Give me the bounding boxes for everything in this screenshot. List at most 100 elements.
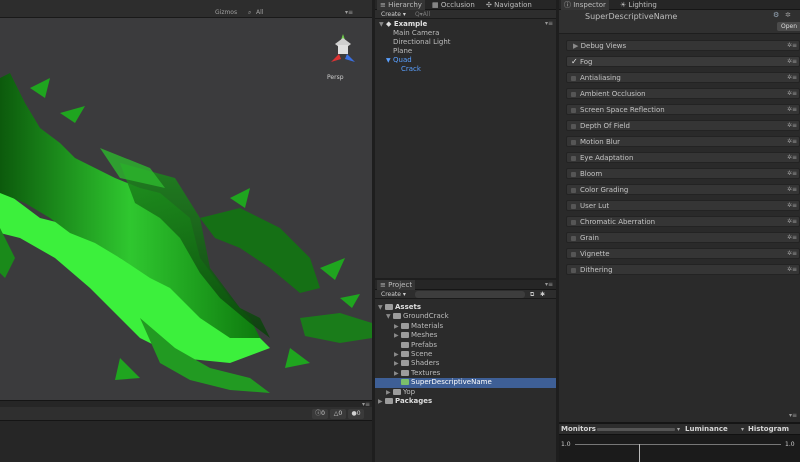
- tab-histogram[interactable]: Histogram: [748, 425, 789, 434]
- create-dropdown[interactable]: Create ▾: [381, 291, 406, 299]
- dropdown-arrow-icon[interactable]: ▾: [741, 425, 744, 434]
- effect-eye-adaptation[interactable]: Eye Adaptation ✲≡: [566, 152, 800, 163]
- persp-label[interactable]: Persp: [327, 74, 344, 81]
- collapse-arrow-icon[interactable]: ▶: [394, 369, 401, 378]
- expand-arrow-icon[interactable]: ▼: [378, 303, 385, 312]
- effect-bloom[interactable]: Bloom ✲≡: [566, 168, 800, 179]
- expand-arrow-icon[interactable]: ▶: [573, 42, 578, 50]
- gear-icon[interactable]: ✲≡: [787, 122, 797, 129]
- effect-debug-views[interactable]: ▶ Debug Views ✲≡: [566, 40, 800, 51]
- tab-luminance[interactable]: Luminance: [685, 425, 728, 434]
- checkbox[interactable]: [571, 252, 576, 257]
- gear-icon[interactable]: ✲≡: [787, 106, 797, 113]
- gear-icon[interactable]: ✲≡: [787, 90, 797, 97]
- effect-depth-of-field[interactable]: Depth Of Field ✲≡: [566, 120, 800, 131]
- scene-menu-icon[interactable]: ▾≡: [545, 20, 553, 27]
- gear-icon[interactable]: ✲≡: [787, 202, 797, 209]
- checkbox[interactable]: [571, 140, 576, 145]
- project-row-meshes[interactable]: ▶ Meshes: [375, 331, 556, 340]
- hierarchy-item-plane[interactable]: Plane: [375, 47, 556, 56]
- checkbox[interactable]: [571, 188, 576, 193]
- effect-chromatic-aberration[interactable]: Chromatic Aberration ✲≡: [566, 216, 800, 227]
- checkbox[interactable]: [571, 236, 576, 241]
- checkbox[interactable]: [571, 124, 576, 129]
- collapse-arrow-icon[interactable]: ▶: [378, 397, 385, 406]
- project-row-assets[interactable]: ▼ Assets: [375, 303, 556, 312]
- collapse-arrow-icon[interactable]: ▶: [394, 331, 401, 340]
- tab-project[interactable]: ≡ Project: [377, 280, 416, 290]
- project-row-scene[interactable]: ▶ Scene: [375, 350, 556, 359]
- checkbox[interactable]: [571, 172, 576, 177]
- collapse-arrow-icon[interactable]: ▶: [394, 359, 401, 368]
- expand-arrow-icon[interactable]: ▼: [386, 312, 393, 321]
- project-row-textures[interactable]: ▶ Textures: [375, 369, 556, 378]
- collapse-arrow-icon[interactable]: ▶: [394, 322, 401, 331]
- create-dropdown[interactable]: Create ▾: [381, 11, 406, 19]
- favorite-icon[interactable]: ✱: [540, 291, 545, 299]
- hierarchy-item-directional-light[interactable]: Directional Light: [375, 38, 556, 47]
- panel-menu-icon[interactable]: ▾≡: [545, 281, 553, 288]
- error-count-button[interactable]: ●0: [348, 409, 364, 419]
- gear-icon[interactable]: ✲≡: [787, 138, 797, 145]
- settings-icon[interactable]: ⚙: [773, 11, 779, 19]
- effect-grain[interactable]: Grain ✲≡: [566, 232, 800, 243]
- scene-root-row[interactable]: ▼ ◆ Example: [375, 20, 556, 29]
- warning-count-button[interactable]: △0: [330, 409, 346, 419]
- checkbox[interactable]: [571, 92, 576, 97]
- panel-menu-icon[interactable]: ▾≡: [362, 401, 370, 408]
- collapse-arrow-icon[interactable]: ▶: [394, 350, 401, 359]
- project-row-packages[interactable]: ▶ Packages: [375, 397, 556, 406]
- checkbox[interactable]: [571, 156, 576, 161]
- expand-arrow-icon[interactable]: ▼: [386, 56, 393, 65]
- checkbox[interactable]: [571, 220, 576, 225]
- checkbox[interactable]: [571, 108, 576, 113]
- checkbox-checked-icon[interactable]: ✓: [571, 57, 578, 66]
- tab-hierarchy[interactable]: ≡ Hierarchy: [377, 0, 425, 10]
- effect-vignette[interactable]: Vignette ✲≡: [566, 248, 800, 259]
- tab-occlusion[interactable]: ▦ Occlusion: [429, 0, 478, 10]
- project-row-prefabs[interactable]: Prefabs: [375, 341, 556, 350]
- scene-filter-all[interactable]: All: [256, 9, 263, 16]
- effect-ambient-occlusion[interactable]: Ambient Occlusion ✲≡: [566, 88, 800, 99]
- orientation-gizmo[interactable]: [325, 32, 361, 68]
- checkbox[interactable]: [571, 268, 576, 273]
- gear-icon[interactable]: ✲≡: [787, 170, 797, 177]
- expand-arrow-icon[interactable]: ▼: [379, 20, 386, 29]
- tab-inspector[interactable]: ⓘ Inspector: [561, 0, 609, 10]
- project-row-superdescriptivename[interactable]: SuperDescriptiveName: [375, 378, 556, 388]
- gear-icon[interactable]: ✲≡: [787, 250, 797, 257]
- dropdown-arrow-icon[interactable]: ▾: [677, 425, 680, 434]
- scene-viewport[interactable]: Persp: [0, 18, 372, 400]
- gizmos-dropdown[interactable]: Gizmos: [215, 9, 237, 16]
- effect-dithering[interactable]: Dithering ✲≡: [566, 264, 800, 275]
- hierarchy-item-quad[interactable]: ▼ Quad: [375, 56, 556, 65]
- tab-navigation[interactable]: ✣ Navigation: [483, 0, 535, 10]
- effect-antialiasing[interactable]: Antialiasing ✲≡: [566, 72, 800, 83]
- gear-icon[interactable]: ✲≡: [787, 218, 797, 225]
- lock-icon[interactable]: ▾≡: [345, 9, 353, 16]
- tab-lighting[interactable]: ☀ Lighting: [617, 0, 660, 10]
- gear-icon[interactable]: ✲: [785, 11, 791, 19]
- checkbox[interactable]: [571, 76, 576, 81]
- project-row-shaders[interactable]: ▶ Shaders: [375, 359, 556, 368]
- effect-screen-space-reflection[interactable]: Screen Space Reflection ✲≡: [566, 104, 800, 115]
- filter-icon[interactable]: ⧉: [530, 291, 534, 299]
- info-count-button[interactable]: ⓘ0: [312, 409, 328, 419]
- gear-icon[interactable]: ✲≡: [787, 266, 797, 273]
- effect-color-grading[interactable]: Color Grading ✲≡: [566, 184, 800, 195]
- hierarchy-item-main-camera[interactable]: Main Camera: [375, 29, 556, 38]
- project-row-yop[interactable]: ▶ Yop: [375, 388, 556, 397]
- checkbox[interactable]: [571, 204, 576, 209]
- project-row-groundcrack[interactable]: ▼ GroundCrack: [375, 312, 556, 321]
- gear-icon[interactable]: ✲≡: [787, 74, 797, 81]
- project-row-materials[interactable]: ▶ Materials: [375, 322, 556, 331]
- hierarchy-item-crack[interactable]: Crack: [375, 65, 556, 74]
- open-button[interactable]: Open: [777, 22, 800, 31]
- hierarchy-search-input[interactable]: Q▾All: [415, 11, 430, 19]
- gear-icon[interactable]: ✲≡: [787, 42, 797, 49]
- gear-icon[interactable]: ✲≡: [787, 154, 797, 161]
- effect-user-lut[interactable]: User Lut ✲≡: [566, 200, 800, 211]
- effect-motion-blur[interactable]: Motion Blur ✲≡: [566, 136, 800, 147]
- collapse-arrow-icon[interactable]: ▶: [386, 388, 393, 397]
- gear-icon[interactable]: ✲≡: [787, 186, 797, 193]
